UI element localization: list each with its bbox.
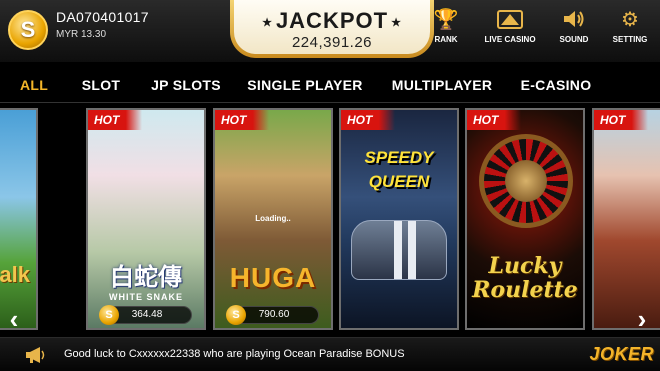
- tab-single-player[interactable]: SINGLE PLAYER: [234, 68, 376, 102]
- gear-icon: ⚙: [621, 8, 639, 31]
- game-title: SPEEDY QUEEN: [364, 148, 434, 191]
- sound-label: SOUND: [559, 35, 589, 44]
- live-casino-button[interactable]: LIVE CASINO: [480, 6, 540, 44]
- game-card[interactable]: HOT: [592, 108, 660, 330]
- hot-badge: HOT: [215, 110, 269, 130]
- nav-divider: [0, 102, 660, 103]
- top-bar: S DA070401017 MYR 13.30 ★ JACKPOT ★ 224,39…: [0, 0, 660, 62]
- game-card-lucky-roulette[interactable]: HOT Lucky Roulette: [465, 108, 585, 330]
- setting-label: SETTING: [612, 35, 648, 44]
- live-casino-label: LIVE CASINO: [484, 35, 536, 44]
- game-jackpot: S 790.60: [226, 305, 319, 325]
- user-balance: MYR 13.30: [56, 29, 107, 40]
- trophy-icon: 🏆: [433, 8, 459, 31]
- live-casino-icon: [496, 6, 524, 32]
- game-title: 白蛇傳: [110, 264, 182, 291]
- jackpot-panel: ★ JACKPOT ★ 224,391.26: [230, 0, 434, 58]
- jackpot-title: ★ JACKPOT ★: [262, 8, 402, 33]
- setting-button[interactable]: ⚙ SETTING: [608, 6, 652, 45]
- game-jackpot-amount: 790.60: [258, 309, 290, 320]
- game-artwork: [0, 110, 36, 328]
- roulette-hub: [505, 160, 547, 202]
- rank-button[interactable]: 🏆 RANK: [424, 6, 468, 45]
- speaker-icon: [560, 6, 588, 32]
- coin-icon: S: [99, 305, 119, 325]
- coin-icon: S: [8, 10, 48, 50]
- tab-slot[interactable]: SLOT: [64, 68, 138, 102]
- hot-badge: HOT: [467, 110, 521, 130]
- hot-badge: HOT: [594, 110, 648, 130]
- game-card-speedy-queen[interactable]: HOT SPEEDY QUEEN: [339, 108, 459, 330]
- car-illustration: [351, 220, 447, 280]
- joker-logo: JOKER: [589, 344, 654, 364]
- loading-status: Loading..: [255, 214, 291, 223]
- star-icon: ★: [262, 16, 273, 29]
- coin-icon: S: [226, 305, 246, 325]
- game-title: Lucky Roulette: [472, 253, 578, 303]
- category-nav: ALL SLOT JP SLOTS SINGLE PLAYER MULTIPLA…: [0, 68, 660, 102]
- sound-button[interactable]: SOUND: [552, 6, 596, 44]
- hot-badge: HOT: [341, 110, 395, 130]
- game-title: alk: [0, 262, 30, 287]
- tab-all[interactable]: ALL: [0, 68, 64, 102]
- tab-e-casino[interactable]: E-CASINO: [508, 68, 604, 102]
- game-carousel: alk HOT 白蛇傳 WHITE SNAKE S 364.48 HOT Loa…: [0, 108, 660, 334]
- announcement-text: Good luck to Cxxxxxx22338 who are playin…: [64, 348, 405, 360]
- game-jackpot-amount: 364.48: [131, 309, 163, 320]
- game-card-huga[interactable]: HOT Loading.. HUGA S 790.60: [213, 108, 333, 330]
- top-menu: 🏆 RANK LIVE CASINO SOUND ⚙ SETTING: [424, 6, 652, 45]
- hot-badge: HOT: [88, 110, 142, 130]
- rank-label: RANK: [434, 35, 458, 44]
- game-title: HUGA: [229, 262, 317, 293]
- bottom-bar: Good luck to Cxxxxxx22338 who are playin…: [0, 337, 660, 371]
- game-jackpot: S 364.48: [99, 305, 192, 325]
- carousel-prev-button[interactable]: ‹: [4, 304, 24, 334]
- tab-jp-slots[interactable]: JP SLOTS: [138, 68, 234, 102]
- user-id: DA070401017: [56, 9, 149, 25]
- game-artwork: [594, 110, 660, 328]
- jackpot-amount: 224,391.26: [291, 34, 373, 51]
- game-card-white-snake[interactable]: HOT 白蛇傳 WHITE SNAKE S 364.48: [86, 108, 206, 330]
- star-icon: ★: [391, 16, 402, 29]
- megaphone-icon: [24, 345, 46, 365]
- game-artwork: [341, 110, 457, 328]
- tab-multiplayer[interactable]: MULTIPLAYER: [376, 68, 508, 102]
- game-subtitle: WHITE SNAKE: [109, 292, 183, 302]
- carousel-next-button[interactable]: ›: [632, 304, 652, 334]
- game-card[interactable]: alk: [0, 108, 38, 330]
